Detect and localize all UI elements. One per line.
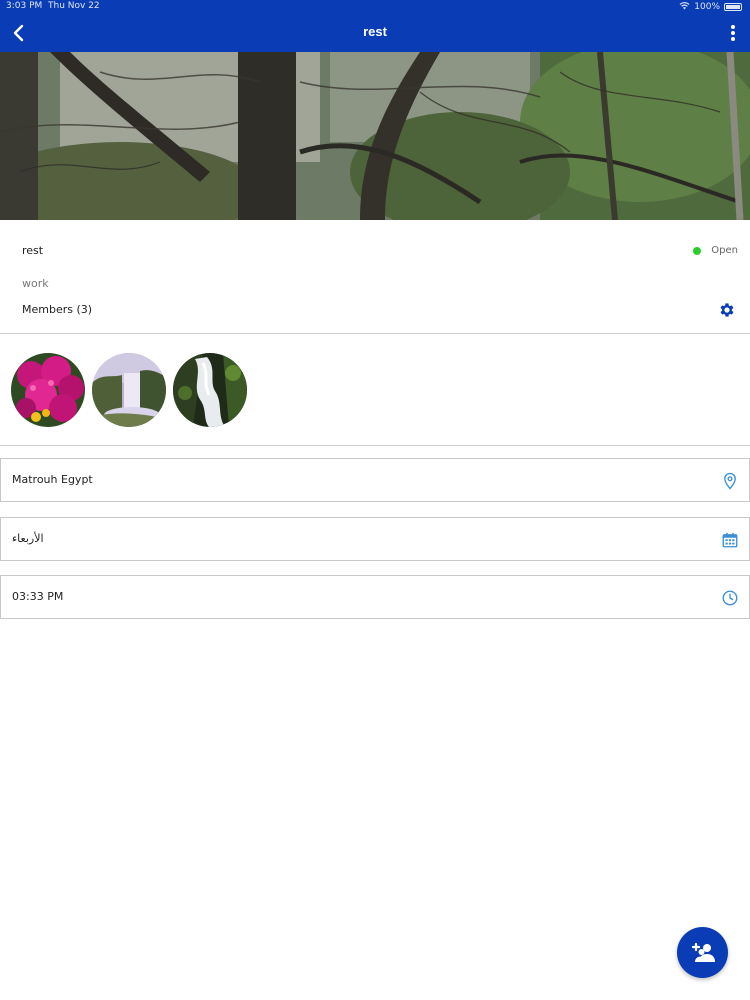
battery-percent: 100% (694, 2, 720, 12)
location-field[interactable]: Matrouh Egypt (0, 458, 750, 502)
member-avatar-3[interactable] (173, 353, 247, 427)
add-user-icon (691, 942, 715, 962)
day-field[interactable]: الأربعاء (0, 517, 750, 561)
waterfall-avatar-icon (92, 353, 166, 427)
gear-icon (720, 303, 734, 317)
battery-icon (724, 3, 742, 11)
more-options-button[interactable] (722, 18, 744, 48)
status-time: 3:03 PM (6, 1, 43, 11)
status-dot-icon (693, 246, 702, 255)
location-pin-icon (721, 472, 739, 490)
add-member-button[interactable] (677, 927, 728, 978)
calendar-icon (721, 531, 739, 549)
status-right: 100% (679, 1, 742, 13)
flower-avatar-icon (11, 353, 85, 427)
group-description: work (22, 277, 49, 290)
settings-button[interactable] (718, 301, 736, 319)
member-avatar-2[interactable] (92, 353, 166, 427)
group-name: rest (22, 244, 44, 257)
group-info-section: rest Open work Members (3) (0, 220, 750, 334)
group-cover-photo (0, 52, 750, 220)
day-value: الأربعاء (12, 532, 44, 545)
location-value: Matrouh Egypt (12, 473, 93, 486)
status-bar: 3:03 PM Thu Nov 22 100% (0, 0, 750, 14)
members-count-label: Members (3) (22, 303, 93, 316)
wifi-icon (679, 1, 690, 13)
cascade-avatar-icon (173, 353, 247, 427)
time-field[interactable]: 03:33 PM (0, 575, 750, 619)
status-label: Open (711, 245, 738, 256)
status-date: Thu Nov 22 (48, 1, 100, 11)
clock-icon (721, 589, 739, 607)
time-value: 03:33 PM (12, 590, 64, 603)
more-vertical-icon (731, 25, 735, 41)
nav-bar: rest (0, 14, 750, 52)
group-status: Open (693, 245, 738, 256)
page-title: rest (363, 24, 387, 39)
member-avatar-1[interactable] (11, 353, 85, 427)
members-avatar-list (0, 334, 750, 446)
